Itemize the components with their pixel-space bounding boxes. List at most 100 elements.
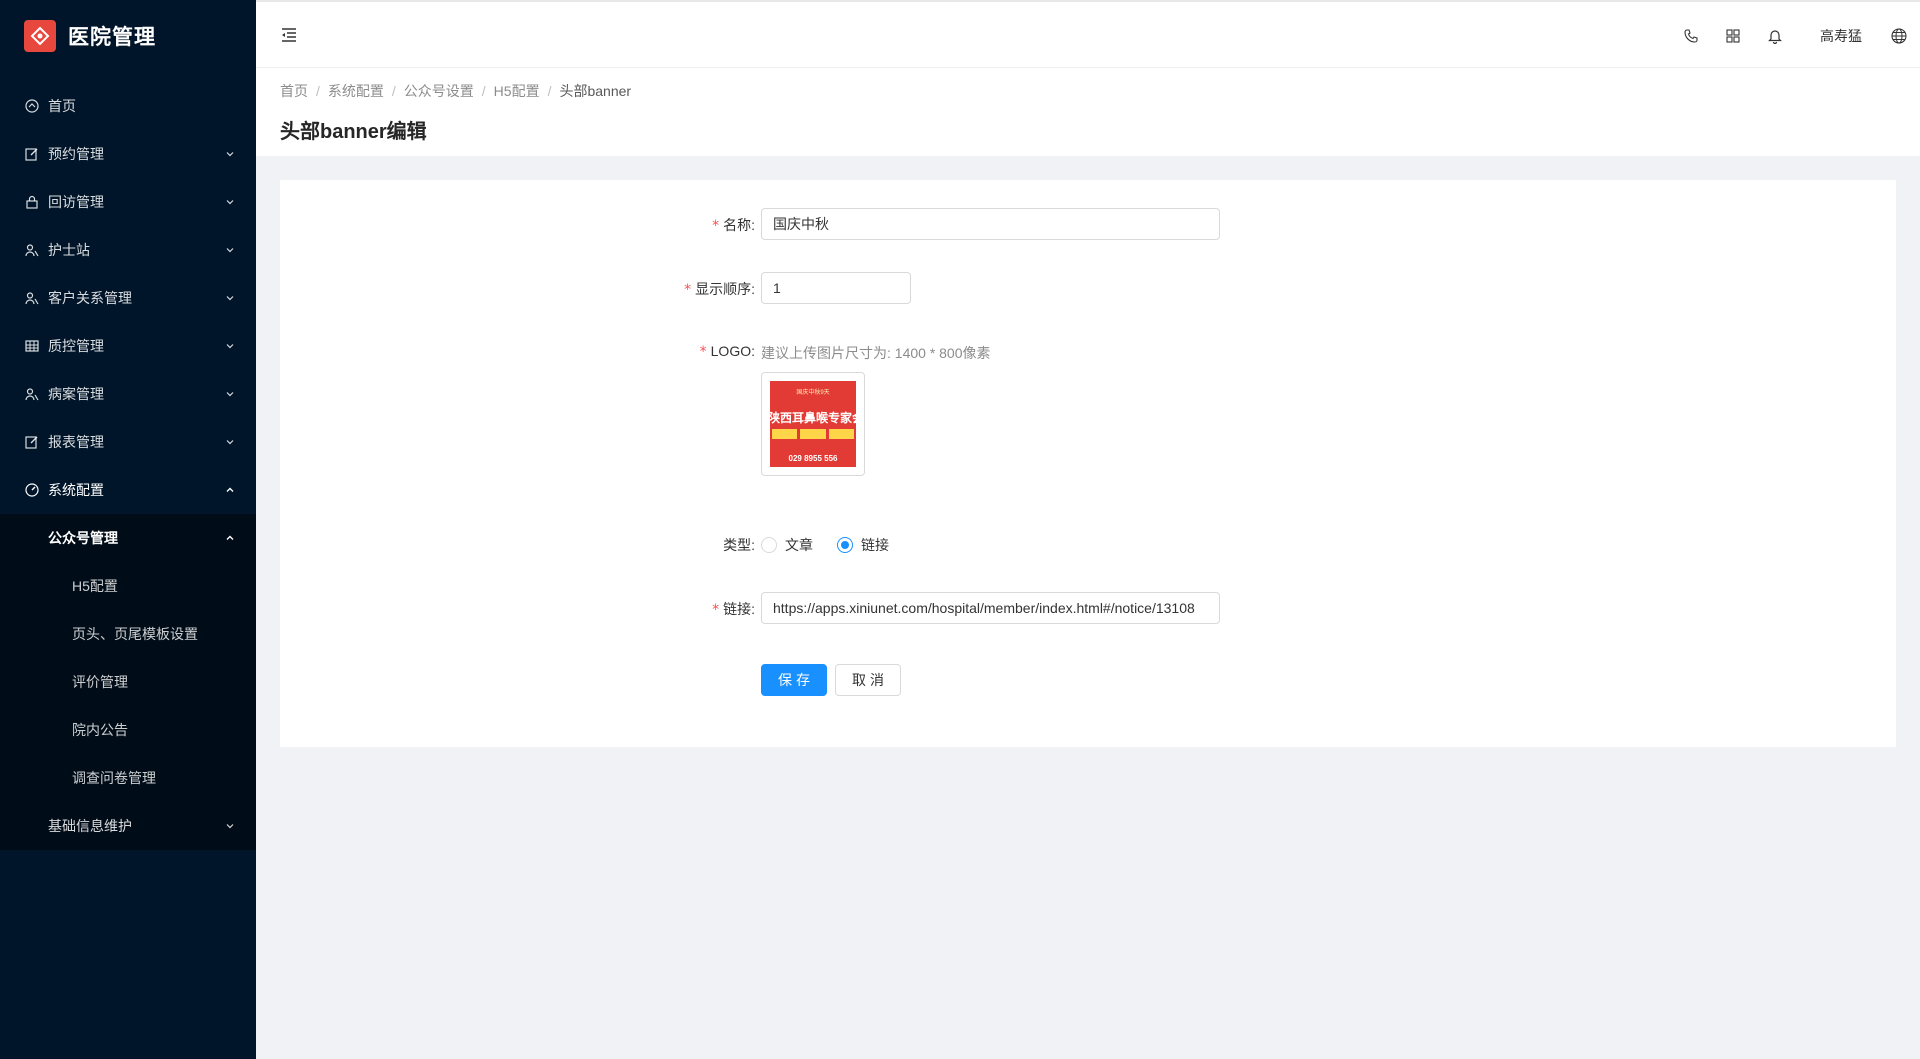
chevron-down-icon [224, 388, 236, 400]
logo-upload[interactable]: 国庆中秋9天 陕西耳鼻喉专家会 029 8955 556 [761, 372, 865, 476]
radio-label: 链接 [861, 537, 889, 553]
menu-fold-icon[interactable] [280, 26, 298, 44]
edit-icon [24, 434, 40, 450]
edit-form-card: * 名称: 国庆中秋 * 显示顺序: 1 * LOGO: 建议上传图片尺寸为: 140… [280, 180, 1896, 747]
bell-icon[interactable] [1754, 2, 1796, 70]
sidebar-menu: 首页 预约管理 回访管理 护士站 客户关系管理 质控管理 病案管理 报表管理 系… [0, 82, 256, 850]
sidebar-item-label: 预约管理 [48, 146, 104, 162]
globe-icon[interactable] [1878, 2, 1920, 70]
top-header: 高寿猛 [256, 0, 1920, 68]
breadcrumb-wechat-settings[interactable]: 公众号设置 [404, 81, 474, 101]
cancel-button[interactable]: 取消 [835, 664, 901, 696]
sidebar-item-survey[interactable]: 调查问卷管理 [0, 754, 256, 802]
name-input[interactable]: 国庆中秋 [761, 208, 1220, 240]
type-option-link[interactable]: 链接 [837, 535, 889, 555]
radio-label: 文章 [785, 537, 813, 553]
sidebar-item-wechat-account[interactable]: 公众号管理 [0, 514, 256, 562]
wechat-account-submenu: H5配置 页头、页尾模板设置 评价管理 院内公告 调查问卷管理 [0, 562, 256, 802]
sidebar-item-label: 首页 [48, 98, 76, 114]
sidebar-item-reports[interactable]: 报表管理 [0, 418, 256, 466]
app-title: 医院管理 [68, 26, 156, 49]
sidebar-item-label: H5配置 [72, 578, 118, 594]
dashboard-icon [24, 482, 40, 498]
sidebar: 医院管理 首页 预约管理 回访管理 护士站 客户关系管理 质控管理 病案管理 报… [0, 0, 256, 1059]
sidebar-item-reviews[interactable]: 评价管理 [0, 658, 256, 706]
sidebar-item-label: 调查问卷管理 [72, 770, 156, 786]
breadcrumb-h5-config[interactable]: H5配置 [494, 81, 540, 101]
type-option-article[interactable]: 文章 [761, 535, 813, 555]
sidebar-item-home[interactable]: 首页 [0, 82, 256, 130]
required-mark: * [712, 218, 720, 234]
chevron-down-icon [224, 340, 236, 352]
logo-size-hint: 建议上传图片尺寸为: 1400 * 800像素 [761, 345, 991, 361]
sidebar-item-nurse-station[interactable]: 护士站 [0, 226, 256, 274]
chevron-down-icon [224, 148, 236, 160]
order-label: * 显示顺序: [684, 281, 755, 298]
breadcrumb-separator: / [481, 83, 486, 99]
sidebar-item-crm[interactable]: 客户关系管理 [0, 274, 256, 322]
chevron-up-icon [224, 532, 236, 544]
save-button[interactable]: 保存 [761, 664, 827, 696]
breadcrumb-separator: / [547, 83, 552, 99]
banner-thumbnail: 国庆中秋9天 陕西耳鼻喉专家会 029 8955 556 [770, 381, 856, 467]
logo-label: * LOGO: [699, 343, 755, 360]
radio-unchecked[interactable] [761, 537, 777, 553]
table-icon [24, 338, 40, 354]
breadcrumb-separator: / [391, 83, 396, 99]
team-icon [24, 386, 40, 402]
sidebar-item-followup[interactable]: 回访管理 [0, 178, 256, 226]
sidebar-item-label: 病案管理 [48, 386, 104, 402]
sidebar-item-header-footer-template[interactable]: 页头、页尾模板设置 [0, 610, 256, 658]
sidebar-item-label: 回访管理 [48, 194, 104, 210]
breadcrumb-home[interactable]: 首页 [280, 81, 308, 101]
team-icon [24, 242, 40, 258]
page-title: 头部banner编辑 [280, 121, 427, 143]
required-mark: * [712, 602, 720, 618]
required-mark: * [699, 344, 707, 360]
breadcrumb-current: 头部banner [559, 83, 632, 99]
type-radio-group: 文章 链接 [761, 535, 913, 555]
team-icon [24, 290, 40, 306]
edit-icon [24, 146, 40, 162]
type-label: 类型: [723, 537, 755, 553]
sidebar-item-appointment[interactable]: 预约管理 [0, 130, 256, 178]
sidebar-item-label: 评价管理 [72, 674, 128, 690]
chevron-up-icon [224, 484, 236, 496]
chevron-down-icon [224, 244, 236, 256]
appstore-icon[interactable] [1712, 2, 1754, 70]
sidebar-item-label: 报表管理 [48, 434, 104, 450]
sidebar-item-label: 基础信息维护 [48, 818, 132, 834]
sidebar-item-basic-info[interactable]: 基础信息维护 [0, 802, 256, 850]
sidebar-item-medical-records[interactable]: 病案管理 [0, 370, 256, 418]
user-name[interactable]: 高寿猛 [1796, 2, 1878, 70]
dashboard-icon [24, 98, 40, 114]
chevron-down-icon [224, 292, 236, 304]
hospital-logo-icon [24, 20, 56, 52]
sidebar-item-label: 质控管理 [48, 338, 104, 354]
breadcrumb: 首页 / 系统配置 / 公众号设置 / H5配置 / 头部banner [280, 81, 1896, 101]
sidebar-item-label: 页头、页尾模板设置 [72, 626, 198, 642]
breadcrumb-separator: / [316, 83, 320, 99]
sidebar-item-quality-control[interactable]: 质控管理 [0, 322, 256, 370]
required-mark: * [684, 282, 692, 298]
sidebar-item-label: 护士站 [48, 242, 90, 258]
lock-icon [24, 194, 40, 210]
radio-checked[interactable] [837, 537, 853, 553]
link-input[interactable]: https://apps.xiniunet.com/hospital/membe… [761, 592, 1220, 624]
sidebar-item-label: 系统配置 [48, 482, 104, 498]
chevron-down-icon [224, 196, 236, 208]
sidebar-item-label: 客户关系管理 [48, 290, 132, 306]
link-label: * 链接: [712, 601, 755, 618]
breadcrumb-system-config[interactable]: 系统配置 [328, 81, 384, 101]
order-input[interactable]: 1 [761, 272, 911, 304]
name-label: * 名称: [712, 217, 755, 234]
logo[interactable]: 医院管理 [0, 0, 256, 72]
sidebar-item-h5-config[interactable]: H5配置 [0, 562, 256, 610]
page-header: 首页 / 系统配置 / 公众号设置 / H5配置 / 头部banner 头部ba… [256, 68, 1920, 156]
sidebar-item-system-config[interactable]: 系统配置 [0, 466, 256, 514]
chevron-down-icon [224, 820, 236, 832]
sidebar-item-label: 公众号管理 [48, 530, 118, 546]
phone-icon[interactable] [1670, 2, 1712, 70]
chevron-down-icon [224, 436, 236, 448]
sidebar-item-announcements[interactable]: 院内公告 [0, 706, 256, 754]
